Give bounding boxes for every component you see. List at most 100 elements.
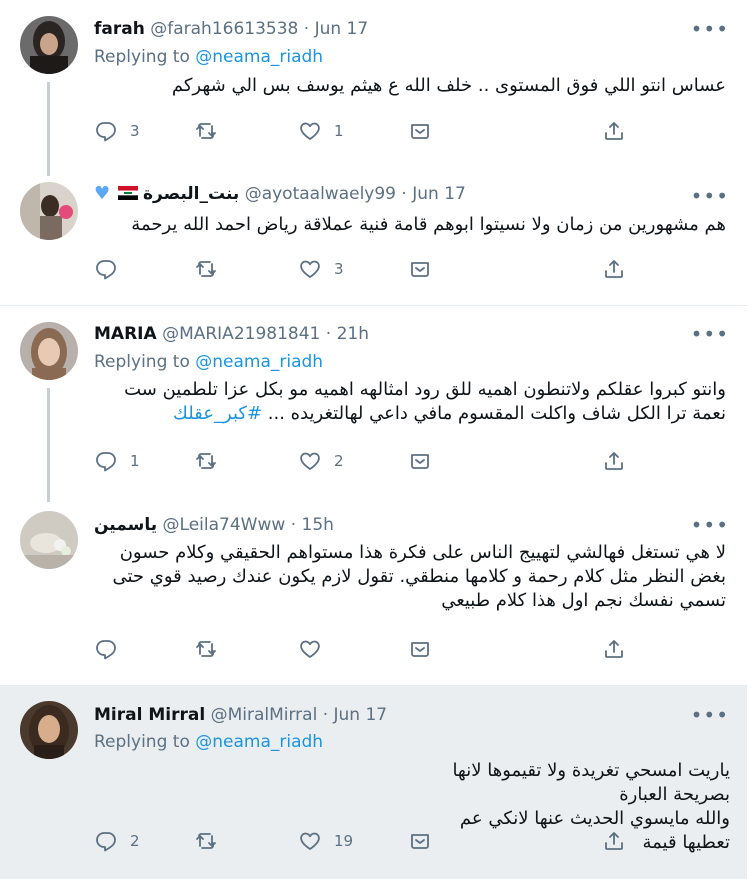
replying-to: Replying to @neama_riadh xyxy=(94,351,323,373)
retweet-button[interactable] xyxy=(194,449,230,473)
tweet-header: MARIA @MARIA21981841 · 21h xyxy=(94,323,369,345)
retweet-icon xyxy=(196,453,216,469)
share-button[interactable] xyxy=(602,257,626,281)
share-dm-icon xyxy=(411,834,429,849)
avatar[interactable] xyxy=(20,182,78,240)
dm-share-button[interactable] xyxy=(408,119,432,143)
retweet-button[interactable] xyxy=(194,257,230,281)
like-button[interactable]: 3 xyxy=(298,257,344,281)
tweet-text: عساس انتو اللي فوق المستوى .. خلف الله ع… xyxy=(171,75,726,96)
reply-button[interactable] xyxy=(94,257,130,281)
handle[interactable]: @ayotaalwaely99 xyxy=(245,184,396,204)
hashtag-link[interactable]: #كبر_عقلك xyxy=(173,403,262,424)
dm-share-button[interactable] xyxy=(408,637,432,661)
share-button[interactable] xyxy=(602,637,626,661)
handle[interactable]: @MARIA21981841 xyxy=(162,324,320,344)
display-name[interactable]: ياسمين xyxy=(94,515,157,535)
retweet-icon xyxy=(196,261,216,277)
like-icon xyxy=(300,832,320,850)
like-count: 2 xyxy=(334,452,344,470)
dot-separator: · xyxy=(401,184,407,204)
avatar[interactable] xyxy=(20,16,78,74)
display-name[interactable]: farah xyxy=(94,19,145,39)
share-icon xyxy=(605,122,623,140)
more-icon[interactable]: ••• xyxy=(691,705,729,725)
share-icon xyxy=(605,832,623,850)
tweet-actions: 1 2 xyxy=(94,449,654,475)
more-icon[interactable]: ••• xyxy=(691,19,729,39)
tweet-header: ♥ بنت_البصرة @ayotaalwaely99 · Jun 17 xyxy=(94,183,466,205)
reply-button[interactable]: 3 xyxy=(94,119,140,143)
like-icon xyxy=(300,122,320,140)
share-button[interactable] xyxy=(602,829,626,853)
retweet-icon xyxy=(196,641,216,657)
share-dm-icon xyxy=(411,124,429,139)
display-name[interactable]: بنت_البصرة xyxy=(143,184,239,204)
retweet-button[interactable] xyxy=(194,119,230,143)
retweet-button[interactable] xyxy=(194,637,230,661)
reply-icon xyxy=(96,122,116,142)
like-count: 1 xyxy=(334,122,344,140)
tweet-header: farah @farah16613538 · Jun 17 xyxy=(94,18,368,40)
dm-share-button[interactable] xyxy=(408,257,432,281)
tweet-actions: 3 xyxy=(94,257,654,283)
handle[interactable]: @Leila74Www xyxy=(163,515,286,535)
handle[interactable]: @farah16613538 xyxy=(150,19,298,39)
avatar[interactable] xyxy=(20,322,78,380)
retweet-icon xyxy=(196,123,216,139)
tweet-bint-albasra[interactable]: ♥ بنت_البصرة @ayotaalwaely99 · Jun 17 ••… xyxy=(0,170,747,305)
avatar[interactable] xyxy=(20,701,78,759)
tweet-miral[interactable]: Miral Mirral @MiralMirral · Jun 17 ••• R… xyxy=(0,685,747,879)
retweet-button[interactable] xyxy=(194,829,230,853)
share-dm-icon xyxy=(411,454,429,469)
timestamp[interactable]: Jun 17 xyxy=(315,19,369,39)
timestamp[interactable]: Jun 17 xyxy=(334,705,388,725)
share-button[interactable] xyxy=(602,119,626,143)
more-icon[interactable]: ••• xyxy=(691,324,729,344)
tweet-text: وانتو كبروا عقلكم ولاتنطون اهميه للق رود… xyxy=(94,378,726,426)
tweet-actions: 3 1 xyxy=(94,119,654,145)
like-button[interactable] xyxy=(298,637,334,661)
dot-separator: · xyxy=(325,324,332,344)
reply-button[interactable]: 2 xyxy=(94,829,140,853)
replying-to-label: Replying to xyxy=(94,732,196,752)
more-icon[interactable]: ••• xyxy=(691,515,729,535)
dm-share-button[interactable] xyxy=(408,449,432,473)
dot-separator: · xyxy=(322,705,329,725)
replying-to-label: Replying to xyxy=(94,352,196,372)
like-button[interactable]: 19 xyxy=(298,829,353,853)
avatar[interactable] xyxy=(20,511,78,569)
dm-share-button[interactable] xyxy=(408,829,432,853)
share-icon xyxy=(605,260,623,278)
like-icon xyxy=(300,640,320,658)
tweet-farah[interactable]: farah @farah16613538 · Jun 17 ••• Replyi… xyxy=(0,0,747,176)
thread-line xyxy=(47,388,50,502)
tweet-header: ياسمين @Leila74Www · 15h xyxy=(94,514,334,536)
tweet-text: هم مشهورين من زمان ولا نسيتوا ابوهم قامة… xyxy=(131,214,726,235)
like-button[interactable]: 1 xyxy=(298,119,344,143)
reply-button[interactable]: 1 xyxy=(94,449,140,473)
dot-separator: · xyxy=(303,19,310,39)
tweet-maria[interactable]: MARIA @MARIA21981841 · 21h ••• Replying … xyxy=(0,306,747,502)
reply-icon xyxy=(96,640,116,660)
reply-button[interactable] xyxy=(94,637,130,661)
replying-to-link[interactable]: @neama_riadh xyxy=(195,732,323,752)
share-icon xyxy=(605,452,623,470)
replying-to: Replying to @neama_riadh xyxy=(94,46,323,68)
timestamp[interactable]: 15h xyxy=(302,515,334,535)
share-button[interactable] xyxy=(602,449,626,473)
replying-to-link[interactable]: @neama_riadh xyxy=(195,47,323,67)
timestamp[interactable]: Jun 17 xyxy=(412,184,466,204)
display-name[interactable]: Miral Mirral xyxy=(94,705,205,725)
reply-count: 2 xyxy=(130,832,140,850)
display-name[interactable]: MARIA xyxy=(94,324,157,344)
like-count: 3 xyxy=(334,260,344,278)
like-button[interactable]: 2 xyxy=(298,449,344,473)
handle[interactable]: @MiralMirral xyxy=(211,705,318,725)
timestamp[interactable]: 21h xyxy=(337,324,369,344)
replying-to-label: Replying to xyxy=(94,47,196,67)
tweet-yasmin[interactable]: ياسمين @Leila74Www · 15h ••• لا هي تستغل… xyxy=(0,495,747,685)
replying-to-link[interactable]: @neama_riadh xyxy=(195,352,323,372)
share-dm-icon xyxy=(411,262,429,277)
more-icon[interactable]: ••• xyxy=(691,186,729,206)
